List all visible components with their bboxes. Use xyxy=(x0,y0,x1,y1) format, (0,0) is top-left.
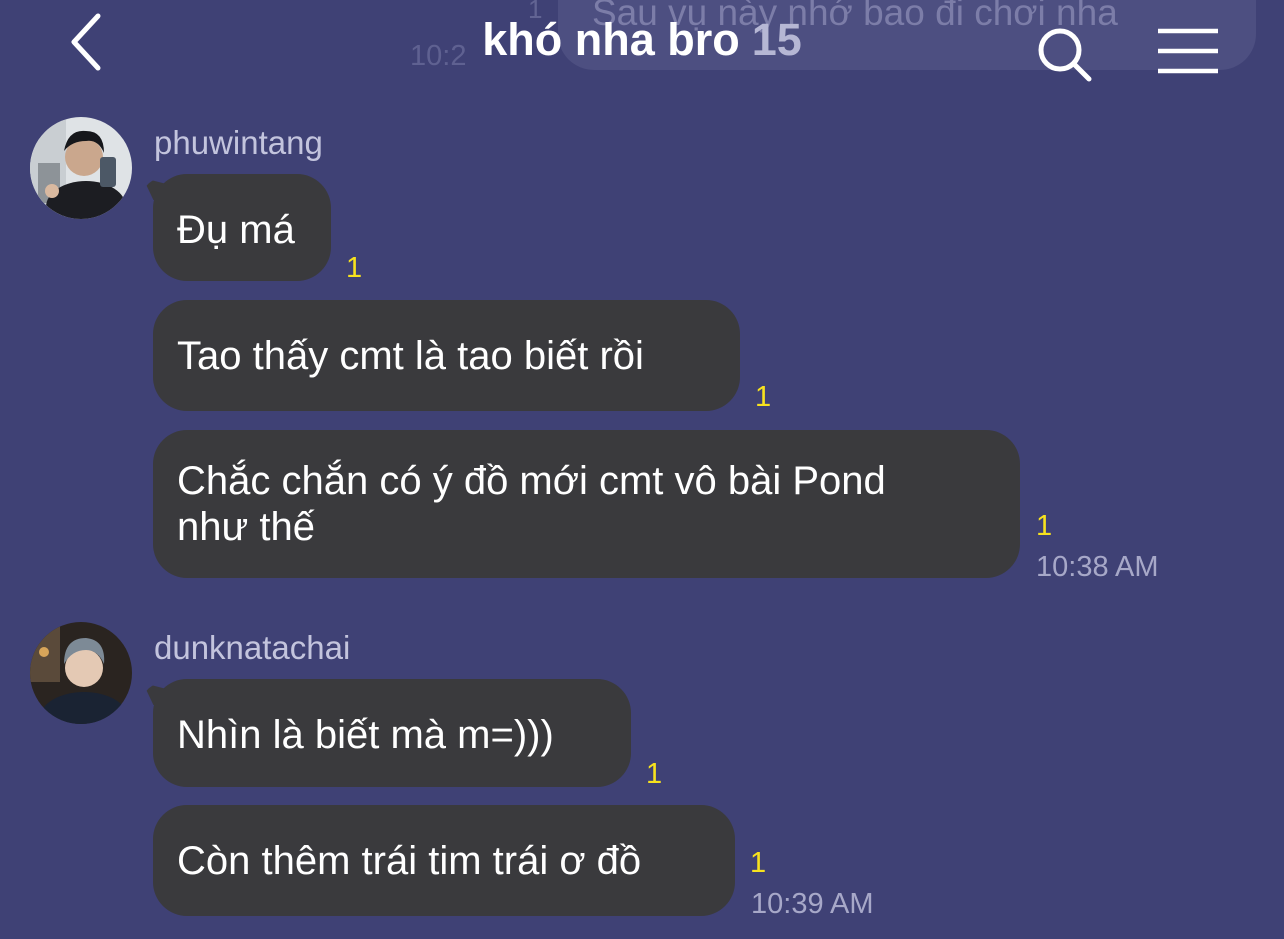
read-count: 1 xyxy=(1036,510,1053,542)
message-timestamp: 10:38 AM xyxy=(1036,551,1159,583)
chat-screen: Sau vụ này nhớ bao đi chơi nha 1 10:2 kh… xyxy=(0,0,1284,939)
read-count: 1 xyxy=(646,758,663,790)
sender-name: dunknatachai xyxy=(154,629,351,666)
chat-header: khó nha bro 15 xyxy=(0,0,1284,90)
message-bubble[interactable]: Chắc chắn có ý đồ mới cmt vô bài Pond nh… xyxy=(153,430,1020,578)
avatar-dunknatachai[interactable] xyxy=(30,622,132,724)
avatar-phuwintang[interactable] xyxy=(30,117,132,219)
message-text-line: Chắc chắn có ý đồ mới cmt vô bài Pond xyxy=(177,459,886,503)
message-text: Nhìn là biết mà m=))) xyxy=(177,713,554,757)
chat-name: khó nha bro xyxy=(482,14,740,65)
message-text: Đụ má xyxy=(177,208,295,252)
menu-button[interactable] xyxy=(1156,26,1220,76)
search-icon xyxy=(1038,28,1092,82)
read-count: 1 xyxy=(750,847,767,879)
profile-photo-icon xyxy=(30,117,132,219)
read-count: 1 xyxy=(755,381,772,413)
message-text: Tao thấy cmt là tao biết rồi xyxy=(177,334,644,378)
message-bubble[interactable]: Còn thêm trái tim trái ơ đồ xyxy=(153,805,735,916)
message-text: Còn thêm trái tim trái ơ đồ xyxy=(177,839,642,883)
message-text-line: như thế xyxy=(177,505,315,549)
message-bubble[interactable]: Nhìn là biết mà m=))) xyxy=(153,679,631,787)
member-count: 15 xyxy=(751,14,802,65)
message-bubble[interactable]: Đụ má xyxy=(153,174,331,281)
profile-photo-icon xyxy=(30,622,132,724)
search-button[interactable] xyxy=(1034,24,1096,86)
sender-name: phuwintang xyxy=(154,124,323,161)
message-timestamp: 10:39 AM xyxy=(751,888,874,920)
message-bubble[interactable]: Tao thấy cmt là tao biết rồi xyxy=(153,300,740,411)
read-count: 1 xyxy=(346,252,363,284)
hamburger-menu-icon xyxy=(1158,28,1218,74)
